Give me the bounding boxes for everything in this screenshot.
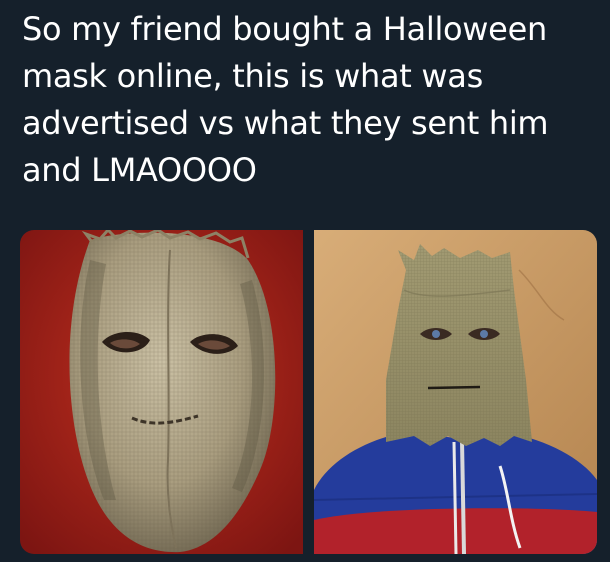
tweet-text-line: advertised vs what they sent him [22, 104, 549, 142]
tweet-text-line: and LMAOOOO [22, 151, 257, 189]
tweet-text-line: So my friend bought a Halloween [22, 10, 547, 48]
paper-bag-mask-received-image [314, 230, 597, 554]
tweet-text: So my friend bought a Halloween mask onl… [22, 6, 597, 194]
received-mask-photo[interactable] [314, 230, 597, 554]
tweet-card: So my friend bought a Halloween mask onl… [0, 0, 610, 562]
tweet-text-line: mask online, this is what was [22, 57, 483, 95]
advertised-mask-photo[interactable] [20, 230, 303, 554]
media-grid [20, 230, 597, 554]
burlap-mask-advertised-image [20, 230, 303, 554]
